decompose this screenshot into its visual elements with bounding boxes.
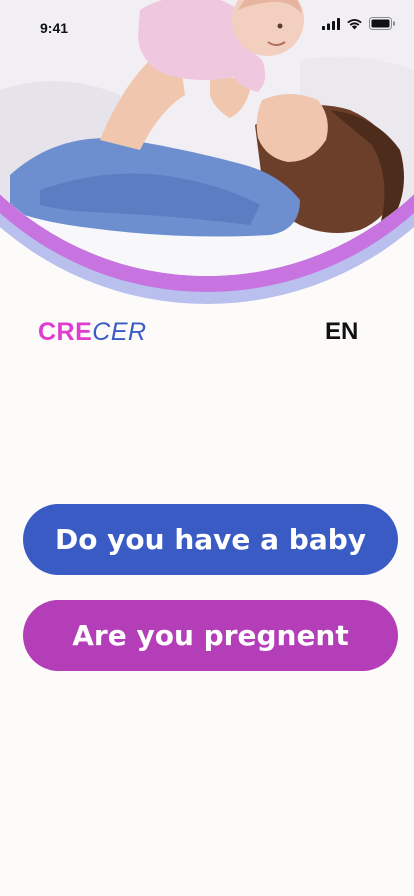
status-time: 9:41 <box>40 20 69 36</box>
battery-icon <box>369 17 396 35</box>
brand-logo-part1: CRE <box>38 318 93 346</box>
language-selector[interactable]: EN <box>325 318 358 346</box>
brand-logo-part2: CER <box>92 318 147 346</box>
welcome-screen: 9:41 CRECER EN Do you have a baby Are yo… <box>0 0 414 896</box>
status-bar: 9:41 <box>0 0 414 52</box>
status-icons <box>322 17 396 35</box>
wifi-icon <box>346 17 363 35</box>
brand-logo: CRECER <box>38 316 147 348</box>
signal-icon <box>322 17 340 35</box>
have-baby-button[interactable]: Do you have a baby <box>23 504 398 575</box>
pregnant-button[interactable]: Are you pregnent <box>23 600 398 671</box>
